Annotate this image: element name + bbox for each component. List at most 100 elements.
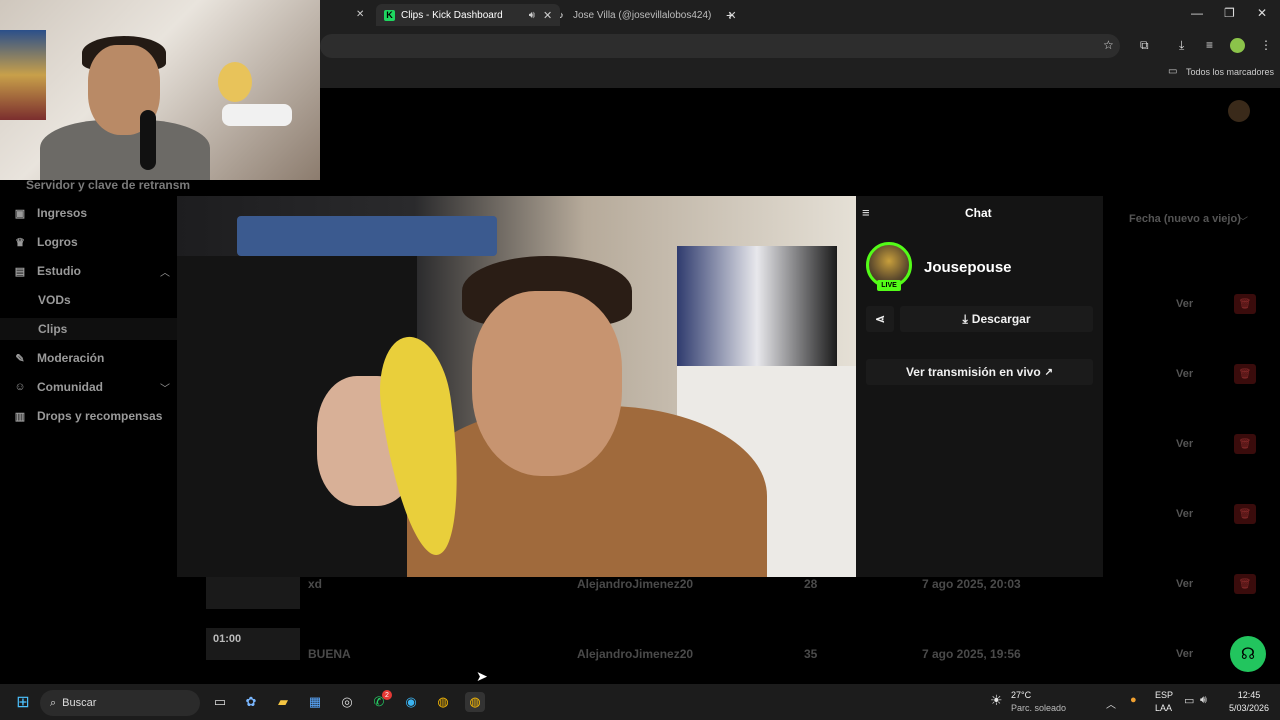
sidebar-item-drops[interactable]: ▥ Drops y recompensas [14, 409, 163, 423]
downloads-icon[interactable]: ⤓ [1179, 38, 1184, 53]
taskbar-search[interactable]: ⌕ Buscar [40, 690, 200, 716]
chevron-down-icon[interactable]: ﹀ [160, 380, 170, 395]
download-label: Descargar [971, 312, 1031, 326]
trash-icon[interactable]: 🗑︎ [1234, 504, 1256, 524]
tab-label: Jose Villa (@josevillalobos424) [573, 9, 712, 21]
new-tab-button[interactable]: + [726, 7, 734, 23]
language-code[interactable]: ESP [1155, 690, 1173, 701]
collapse-chat-icon[interactable]: ≡ [862, 205, 870, 220]
all-bookmarks-link[interactable]: Todos los marcadores [1186, 67, 1274, 77]
app-icon[interactable]: ◎ [337, 692, 357, 712]
view-link[interactable]: Ver [1176, 298, 1193, 310]
sidebar-active-highlight [0, 318, 178, 340]
task-view-icon[interactable]: ▭ [210, 692, 230, 712]
clock-time[interactable]: 12:45 [1226, 690, 1272, 701]
monitor-icon[interactable]: ▭ [1184, 694, 1194, 707]
share-button[interactable]: ⋖ [866, 306, 894, 332]
view-link[interactable]: Ver [1176, 438, 1193, 450]
sidebar-item-label: Ingresos [37, 206, 88, 220]
address-bar[interactable] [320, 34, 1120, 58]
language-layout[interactable]: LAA [1155, 703, 1172, 714]
clip-author: AlejandroJimenez20 [577, 577, 694, 591]
share-icon: ⋖ [874, 312, 886, 326]
sidebar-item-logros[interactable]: ♛ Logros [14, 235, 78, 249]
clip-views: 28 [804, 577, 818, 591]
profile-avatar[interactable] [1230, 38, 1245, 53]
clip-date: 7 ago 2025, 20:03 [922, 577, 1021, 591]
sidebar-item-label: Comunidad [37, 380, 103, 394]
volume-icon[interactable]: 🔊︎ [1200, 694, 1207, 707]
tab-tiktok[interactable]: ♪ Jose Villa (@josevillalobos424) ✕ [556, 4, 736, 26]
whatsapp-badge: 2 [382, 690, 392, 700]
weather-temp[interactable]: 27°C [1011, 690, 1031, 701]
money-icon: ▣ [14, 207, 26, 220]
sidebar-item-label: Logros [37, 235, 78, 249]
clock-date[interactable]: 5/03/2026 [1226, 703, 1272, 714]
clip-title[interactable]: BUENA [308, 647, 351, 661]
view-link[interactable]: Ver [1176, 648, 1193, 660]
chevron-down-icon: ﹀ [1238, 217, 1248, 228]
trash-icon[interactable]: 🗑︎ [1234, 294, 1256, 314]
edge-icon[interactable]: ◉ [401, 692, 421, 712]
windows-start-icon[interactable]: ⊞ [13, 692, 33, 712]
copilot-icon[interactable]: ✿ [241, 692, 261, 712]
sidebar-item-clips[interactable]: Clips [38, 322, 67, 336]
tab-close-icon[interactable]: ✕ [543, 9, 552, 22]
file-explorer-icon[interactable]: ▰ [273, 692, 293, 712]
maximize-button[interactable]: ❐ [1224, 6, 1235, 20]
clip-thumbnail[interactable] [206, 577, 300, 609]
channel-name[interactable]: Jousepouse [924, 259, 1012, 276]
clip-video-player[interactable] [177, 196, 856, 577]
close-window-button[interactable]: ✕ [1257, 6, 1267, 20]
menu-kebab-icon[interactable]: ⋮ [1260, 38, 1272, 52]
mouse-cursor-icon: ➤ [476, 668, 488, 684]
view-link[interactable]: Ver [1176, 368, 1193, 380]
sort-dropdown[interactable]: Fecha (nuevo a viejo) [1129, 213, 1241, 225]
weather-desc[interactable]: Parc. soleado [1011, 703, 1066, 714]
sidebar-item-vods[interactable]: VODs [38, 293, 71, 307]
sidebar-item-moderacion[interactable]: ✎ Moderación [14, 351, 104, 365]
chat-title: Chat [965, 206, 992, 220]
chevron-up-icon[interactable]: ︿ [1106, 696, 1116, 711]
support-headset-button[interactable]: ☊ [1230, 636, 1266, 672]
tiktok-logo-icon: ♪ [559, 10, 564, 20]
microphone-icon[interactable]: ● [1130, 694, 1137, 706]
view-link[interactable]: Ver [1176, 578, 1193, 590]
bookmarks-bar [320, 60, 1280, 86]
sidebar-item-label: Drops y recompensas [37, 409, 163, 423]
user-avatar[interactable] [1228, 100, 1250, 122]
download-icon: ⤓ [962, 311, 968, 326]
clip-date: 7 ago 2025, 19:56 [922, 647, 1021, 661]
sidebar-item-comunidad[interactable]: ☺ Comunidad [14, 380, 103, 394]
clip-views: 35 [804, 647, 818, 661]
chrome-icon[interactable]: ◍ [433, 692, 453, 712]
webcam-overlay [0, 0, 320, 180]
chrome-active-icon[interactable]: ◍ [465, 692, 485, 712]
kick-logo-icon: K [384, 9, 395, 21]
sidebar-stream-key-item[interactable]: Servidor y clave de retransm [26, 178, 190, 192]
download-button[interactable]: ⤓ Descargar [900, 306, 1093, 332]
trash-icon[interactable]: 🗑︎ [1234, 434, 1256, 454]
sidebar-item-estudio[interactable]: ▤ Estudio [14, 264, 81, 278]
tab-close-icon[interactable]: ✕ [356, 9, 364, 20]
bookmark-star-icon[interactable]: ☆ [1103, 38, 1114, 52]
clip-author: AlejandroJimenez20 [577, 647, 694, 661]
extensions-icon[interactable]: ⧉ [1140, 38, 1149, 53]
chevron-up-icon[interactable]: ︿ [160, 264, 170, 279]
external-link-icon: ↗ [1044, 366, 1054, 378]
minimize-button[interactable]: — [1191, 6, 1203, 20]
speaker-icon[interactable]: 🔊︎ [529, 10, 535, 21]
media-control-icon[interactable]: ≡ [1206, 38, 1213, 52]
folder-icon: ▭ [1168, 66, 1178, 77]
headset-icon: ☊ [1240, 646, 1256, 663]
trash-icon[interactable]: 🗑︎ [1234, 574, 1256, 594]
view-link[interactable]: Ver [1176, 508, 1193, 520]
trash-icon[interactable]: 🗑︎ [1234, 364, 1256, 384]
clip-title[interactable]: xd [308, 577, 322, 591]
sidebar-item-ingresos[interactable]: ▣ Ingresos [14, 206, 87, 220]
watch-live-button[interactable]: Ver transmisión en vivo ↗ [866, 359, 1093, 385]
tab-clips-kick[interactable]: K Clips - Kick Dashboard 🔊︎ ✕ [376, 4, 561, 26]
watch-live-label: Ver transmisión en vivo [905, 365, 1041, 379]
store-icon[interactable]: ▦ [305, 692, 325, 712]
studio-icon: ▤ [14, 265, 26, 278]
